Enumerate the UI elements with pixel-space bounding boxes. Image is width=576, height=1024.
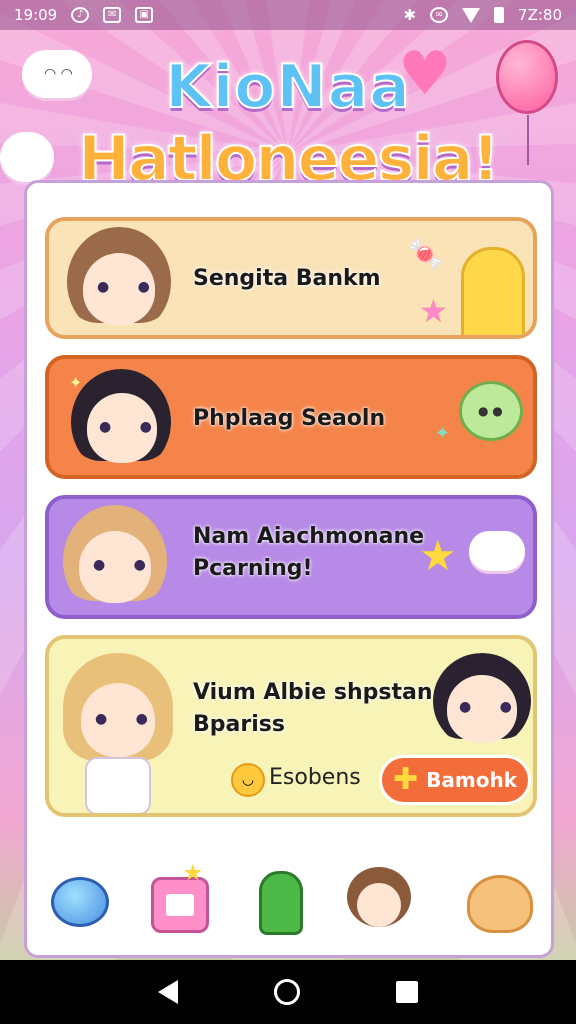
star-icon: ★ (419, 292, 448, 330)
menu-tile-4[interactable]: ● ● Vium Albie shpstan Bpariss ● ● ◡ Eso… (45, 635, 537, 817)
home-icon[interactable] (274, 979, 300, 1005)
wifi-icon (462, 7, 481, 23)
star-icon: ★ (183, 861, 203, 886)
menu-label-line1: Nam Aiachmonane (193, 524, 425, 549)
bluetooth-icon: ✱ (403, 6, 417, 24)
system-nav-bar (0, 960, 576, 1024)
cloud-mascot-icon (469, 531, 525, 571)
blue-creature-icon[interactable] (43, 863, 117, 939)
menu-label: Sengita Bankm (193, 266, 381, 291)
menu-label-line2: Pcarning! (193, 556, 313, 581)
app-title-line1: KioNaa (164, 51, 411, 123)
main-menu-card: ● ● Sengita Bankm 🍬 ★ ● ● ✦ Phplaag Seao… (24, 180, 554, 958)
sparkle-icon: ✦ (435, 423, 451, 444)
cloud-mascot-icon (0, 132, 54, 182)
battery-icon (494, 7, 505, 23)
chibi-cat-girl-blonde-avatar: ● ● (63, 653, 173, 813)
cactus-icon[interactable] (245, 863, 319, 939)
candy-icon: 🍬 (407, 237, 445, 272)
sparkle-icon: ✦ (69, 373, 83, 392)
girl-avatar-icon[interactable] (343, 863, 417, 939)
plus-icon: ✚ (393, 762, 419, 797)
menu-tile-2[interactable]: ● ● ✦ Phplaag Seaoln ● ● ✦ (45, 355, 537, 479)
image-notification-icon: ▣ (135, 7, 154, 23)
coin-label: Esobens (269, 765, 361, 790)
green-blob-mascot-icon: ● ● (459, 381, 523, 441)
status-bar: 19:09 ♪ ✉ ▣ ✱ ∞ 7Z:80 (0, 0, 576, 30)
action-button[interactable]: ✚ Bamohk (379, 755, 531, 805)
action-button-label: Bamohk (426, 768, 517, 792)
music-icon: ♪ (71, 7, 90, 23)
cat-icon[interactable] (463, 863, 537, 939)
app-notification-icon: ✉ (103, 7, 122, 23)
data-saver-icon: ∞ (430, 7, 449, 23)
back-icon[interactable] (158, 980, 178, 1004)
yellow-cat-mascot-icon (461, 247, 525, 335)
status-time: 19:09 (14, 6, 58, 24)
menu-label: Phplaag Seaoln (193, 406, 386, 431)
chibi-blonde-girl-avatar: ● ● (63, 505, 167, 615)
star-icon: ★ (419, 531, 457, 580)
chibi-girl-avatar: ● ● (67, 227, 171, 335)
calendar-icon[interactable]: ★ (147, 863, 221, 939)
menu-tile-1[interactable]: ● ● Sengita Bankm 🍬 ★ (45, 217, 537, 339)
menu-tile-3[interactable]: ● ● Nam Aiachmonane Pcarning! ★ (45, 495, 537, 619)
coin-icon: ◡ (231, 763, 265, 797)
menu-label-line1: Vium Albie shpstan (193, 680, 433, 705)
status-clock-right: 7Z:80 (518, 6, 562, 24)
recents-icon[interactable] (396, 981, 418, 1003)
chibi-dark-hair-girl-avatar: ● ● (433, 653, 531, 749)
chibi-cat-girl-avatar: ● ● (71, 369, 171, 475)
menu-label-line2: Bpariss (193, 712, 285, 737)
